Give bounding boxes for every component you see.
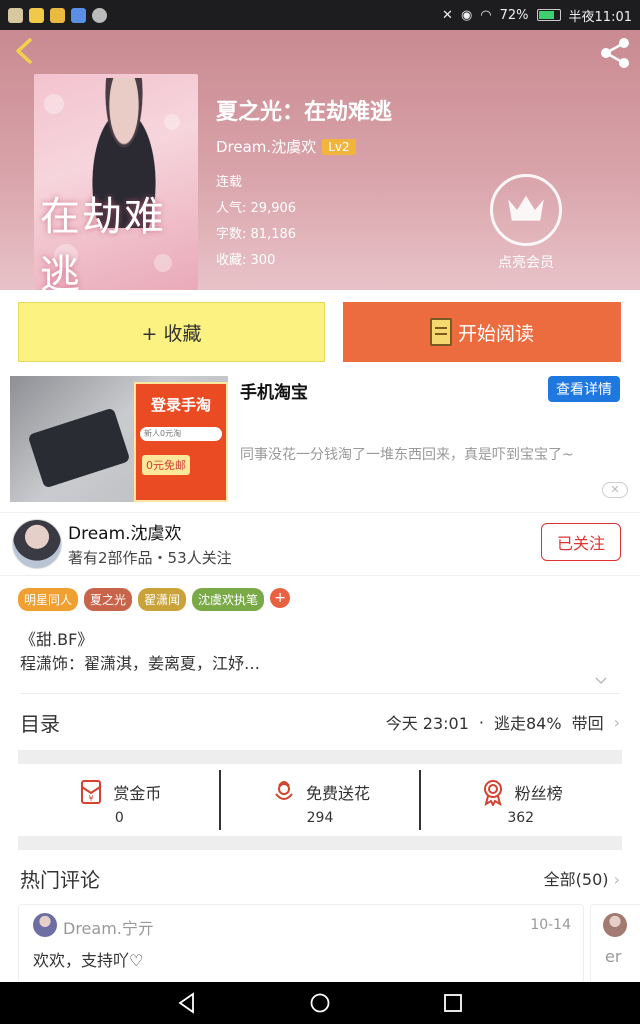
tag-list: 明星同人 夏之光 翟潇闻 沈虞欢执笔 +: [18, 588, 291, 611]
author-card-stats: 著有2部作品・53人关注: [68, 549, 232, 567]
ad-bag-image: [27, 407, 131, 489]
all-comments-link[interactable]: 全部(50) ›: [544, 866, 620, 890]
stat-label: 粉丝榜: [514, 784, 563, 803]
avatar[interactable]: [12, 519, 62, 569]
wifi-icon: ◠: [480, 7, 492, 23]
app-notification-icon: [92, 7, 107, 23]
author-card-name: Dream.沈虞欢: [68, 524, 182, 544]
book-intro[interactable]: 《甜.BF》 程潇饰：翟潇淇，姜离夏，江妤…: [20, 628, 260, 676]
red-envelope-icon: ¥: [81, 780, 102, 804]
tag[interactable]: 明星同人: [18, 588, 79, 611]
comment-text: 欢欢，支持吖♡: [33, 951, 144, 970]
vip-button[interactable]: 点亮会员: [490, 174, 562, 272]
catalog-row[interactable]: 目录 今天 23:01 · 逃走84% 带回 ›: [0, 694, 640, 750]
separator-dot: ·: [478, 712, 484, 732]
cover-title: 在劫难逃: [40, 194, 166, 290]
serial-status: 连载: [216, 175, 243, 190]
flower-icon: [275, 781, 293, 800]
section-separator: [18, 836, 622, 850]
ad-image-search: 新人0元淘: [140, 427, 222, 441]
word-count-stat: 字数: 81,186: [216, 227, 297, 242]
section-separator: [18, 750, 622, 764]
chevron-right-icon: ›: [613, 870, 620, 889]
collect-button[interactable]: + 收藏: [18, 302, 325, 362]
stat-value: 362: [507, 810, 535, 826]
author-name[interactable]: Dream.沈虞欢: [216, 136, 316, 157]
nav-back-icon[interactable]: [176, 992, 198, 1014]
reward-stats: ¥ 赏金币 0 免费送花 294 粉丝榜 362: [20, 770, 620, 830]
clock: 半夜11:01: [568, 9, 632, 25]
notification-icons: [8, 7, 107, 23]
eye-icon: ◉: [460, 7, 473, 23]
stat-coins[interactable]: ¥ 赏金币 0: [20, 770, 219, 830]
author-card[interactable]: Dream.沈虞欢 著有2部作品・53人关注 已关注: [0, 512, 640, 576]
nav-recents-icon[interactable]: [442, 992, 464, 1014]
app-notification-icon: [71, 7, 86, 23]
ad-description: 同事没花一分钱淘了一堆东西回来，真是吓到宝宝了~: [240, 447, 574, 463]
chevron-down-icon[interactable]: [594, 674, 608, 688]
battery-icon: [536, 9, 561, 21]
catalog-title: 目录: [20, 712, 60, 736]
comment-author: Dream.宁亓: [63, 919, 154, 938]
stat-flowers[interactable]: 免费送花 294: [218, 770, 420, 830]
ad-close-icon[interactable]: ✕: [602, 482, 628, 498]
ad-detail-button[interactable]: 查看详情: [548, 376, 620, 402]
system-nav-bar: [0, 982, 640, 1024]
tag[interactable]: 沈虞欢执笔: [192, 588, 265, 611]
level-badge: Lv2: [322, 138, 356, 155]
start-reading-label: 开始阅读: [457, 322, 534, 345]
comments-title: 热门评论: [20, 868, 100, 892]
ad-banner[interactable]: 登录手淘 新人0元淘 0元免邮 手机淘宝 查看详情 同事没花一分钱淘了一堆东西回…: [10, 374, 630, 504]
tag[interactable]: 夏之光: [84, 588, 133, 611]
follow-button[interactable]: 已关注: [541, 523, 621, 561]
ad-image-headline: 登录手淘: [150, 396, 211, 414]
stat-label: 免费送花: [306, 784, 371, 803]
comment-date: 10-14: [530, 917, 571, 933]
nav-home-icon[interactable]: [309, 992, 331, 1014]
comment-author: er: [605, 947, 622, 966]
medal-icon: [483, 780, 502, 806]
stat-fans[interactable]: 粉丝榜 362: [419, 770, 620, 830]
book-icon: [429, 318, 452, 346]
favorites-stat: 收藏: 300: [216, 253, 276, 268]
vip-label: 点亮会员: [498, 255, 554, 271]
catalog-latest-chapter: 逃走84%: [494, 714, 562, 733]
app-notification-icon: [8, 7, 23, 23]
book-cover[interactable]: 在劫难逃: [34, 74, 198, 290]
all-comments-label: 全部(50): [543, 870, 609, 889]
app-notification-icon: [50, 7, 65, 23]
status-bar: ✕ ◉ ◠ 72% 半夜11:01: [0, 0, 640, 30]
chevron-right-icon: ›: [613, 712, 620, 732]
ad-image[interactable]: 登录手淘 新人0元淘 0元免邮: [10, 376, 228, 502]
ad-title: 手机淘宝: [240, 383, 308, 403]
start-reading-button[interactable]: 开始阅读: [343, 302, 621, 362]
mute-icon: ✕: [442, 7, 453, 23]
comment-card[interactable]: er: [590, 904, 640, 984]
catalog-back-label: 带回: [571, 714, 604, 733]
catalog-update-time: 今天 23:01: [385, 714, 469, 733]
stat-value: 0: [114, 810, 124, 826]
intro-line: 《甜.BF》: [20, 630, 94, 649]
stat-value: 294: [306, 810, 334, 826]
intro-line: 程潇饰：翟潇淇，姜离夏，江妤…: [20, 654, 261, 673]
book-header: 在劫难逃 夏之光：在劫难逃 Dream.沈虞欢 Lv2 连载 人气: 29,90…: [0, 30, 640, 290]
popularity-stat: 人气: 29,906: [216, 201, 297, 216]
book-title: 夏之光：在劫难逃: [216, 100, 393, 125]
tag[interactable]: 翟潇闻: [138, 588, 187, 611]
comment-card[interactable]: Dream.宁亓 10-14 欢欢，支持吖♡: [18, 904, 584, 984]
ad-promo-panel: 登录手淘 新人0元淘 0元免邮: [134, 382, 228, 502]
app-notification-icon: [29, 7, 44, 23]
avatar[interactable]: [33, 913, 57, 937]
add-tag-icon[interactable]: +: [270, 588, 291, 608]
share-icon[interactable]: [598, 36, 632, 70]
avatar[interactable]: [603, 913, 627, 937]
back-arrow-icon[interactable]: [10, 36, 40, 66]
crown-icon: [508, 195, 544, 221]
battery-percent: 72%: [499, 7, 529, 23]
stat-label: 赏金币: [113, 784, 162, 803]
ad-image-badge: 0元免邮: [142, 455, 190, 475]
svg-text:¥: ¥: [89, 794, 94, 803]
book-meta: 连载 人气: 29,906 字数: 81,186 收藏: 300: [216, 170, 296, 274]
